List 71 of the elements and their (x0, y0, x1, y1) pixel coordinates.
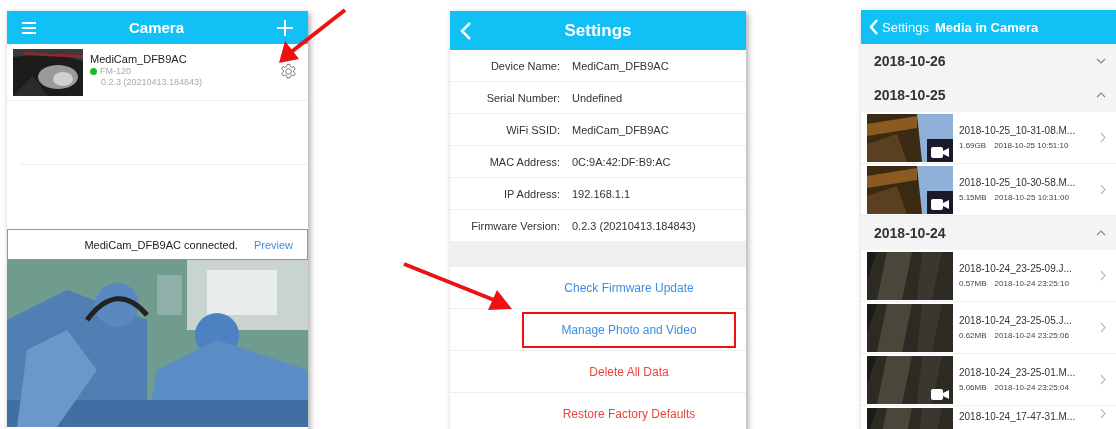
chevron-right-icon (1100, 184, 1106, 195)
file-name: 2018-10-25_10-30-58.M... (959, 177, 1077, 188)
file-size: 0.62MB (959, 331, 987, 340)
file-size: 5.06MB (959, 383, 987, 392)
media-row[interactable]: 2018-10-24_23-25-05.J... 0.62MB 2018-10-24 23:25:06 (861, 302, 1116, 354)
field-value: 192.168.1.1 (572, 187, 631, 200)
field-label: MAC Address: (488, 155, 561, 168)
field-value: MediCam_DFB9AC (572, 123, 669, 136)
file-time: 2018-10-24 23:25:10 (994, 279, 1069, 288)
action-button[interactable]: Manage Photo and Video (522, 311, 736, 348)
field-value: 0C:9A:42:DF:B9:AC (572, 155, 671, 168)
file-time: 2018-10-25 10:31:00 (994, 193, 1069, 202)
field-value: MediCam_DFB9AC (572, 59, 669, 72)
action-button[interactable]: Restore Factory Defaults (522, 395, 736, 429)
media-row[interactable]: 2018-10-25_10-31-08.M... 1.69GB 2018-10-25 10:51:10 (861, 112, 1116, 164)
media-row[interactable]: 2018-10-24_17-47-31.M... (861, 406, 1116, 429)
video-camera-icon (931, 388, 949, 400)
group-date: 2018-10-25 (874, 87, 946, 103)
back-icon (869, 19, 879, 35)
field-value: Undefined (572, 91, 623, 104)
file-size: 5.15MB (959, 193, 987, 202)
chevron-right-icon (1100, 270, 1106, 281)
file-name: 2018-10-24_23-25-09.J... (959, 263, 1073, 274)
video-camera-icon (931, 198, 949, 210)
screen-title: Camera (128, 19, 184, 36)
file-time: 2018-10-25 10:51:10 (994, 141, 1069, 150)
group-date: 2018-10-26 (874, 53, 946, 69)
date-group-header[interactable]: 2018-10-26 (861, 44, 1116, 78)
device-model: FM-120 (100, 66, 131, 76)
screen-title: Settings (564, 20, 632, 41)
file-size: 0.57MB (959, 279, 987, 288)
group-date: 2018-10-24 (874, 225, 946, 241)
chevron-up-icon (1096, 230, 1106, 236)
chevron-right-icon (1100, 322, 1106, 333)
file-name: 2018-10-25_10-31-08.M... (959, 125, 1077, 136)
media-row[interactable]: 2018-10-25_10-30-58.M... 5.15MB 2018-10-25 10:31:00 (861, 164, 1116, 216)
chevron-right-icon (1100, 408, 1106, 419)
action-button[interactable]: Delete All Data (522, 353, 736, 390)
add-icon[interactable] (277, 19, 293, 36)
back-icon[interactable] (460, 20, 472, 41)
field-label: Firmware Version: (470, 219, 561, 232)
device-name: MediCam_DFB9AC (90, 53, 188, 65)
file-time: 2018-10-24 23:25:04 (994, 383, 1069, 392)
chevron-right-icon (1100, 132, 1106, 143)
file-name: 2018-10-24_23-25-01.M... (959, 367, 1077, 378)
field-label: Serial Number: (485, 91, 561, 104)
field-value: 0.2.3 (20210413.184843) (572, 219, 696, 232)
chevron-up-icon (1096, 92, 1106, 98)
field-label: IP Address: (502, 187, 561, 200)
date-group-header[interactable]: 2018-10-24 (861, 216, 1116, 250)
action-button[interactable]: Check Firmware Update (522, 269, 736, 306)
field-label: Device Name: (489, 59, 561, 72)
file-size: 1.69GB (959, 141, 987, 150)
date-group-header[interactable]: 2018-10-25 (861, 78, 1116, 112)
media-row[interactable]: 2018-10-24_23-25-01.M... 5.06MB 2018-10-24 23:25:04 (861, 354, 1116, 406)
media-row[interactable]: 2018-10-24_23-25-09.J... 0.57MB 2018-10-24 23:25:10 (861, 250, 1116, 302)
file-name: 2018-10-24_17-47-31.M... (959, 411, 1077, 422)
chevron-down-icon (1096, 58, 1106, 64)
field-label: WiFi SSID: (505, 123, 561, 136)
device-row[interactable]: MediCam_DFB9AC FM-120 0.2.3 (20210413.184843) (7, 44, 308, 101)
chevron-right-icon (1100, 374, 1106, 385)
file-time: 2018-10-24 23:25:06 (994, 331, 1069, 340)
file-name: 2018-10-24_23-25-05.J... (959, 315, 1073, 326)
settings-icon[interactable] (280, 63, 297, 80)
screen-title: Media in Camera (935, 19, 1039, 35)
video-camera-icon (931, 146, 949, 158)
annotation-arrow (276, 8, 348, 66)
connection-message: MediCam_DFB9AC connected. (84, 238, 238, 251)
menu-icon[interactable] (22, 21, 36, 34)
firmware-version: 0.2.3 (20210413.184843) (100, 77, 204, 87)
preview-link[interactable]: Preview (253, 238, 293, 251)
